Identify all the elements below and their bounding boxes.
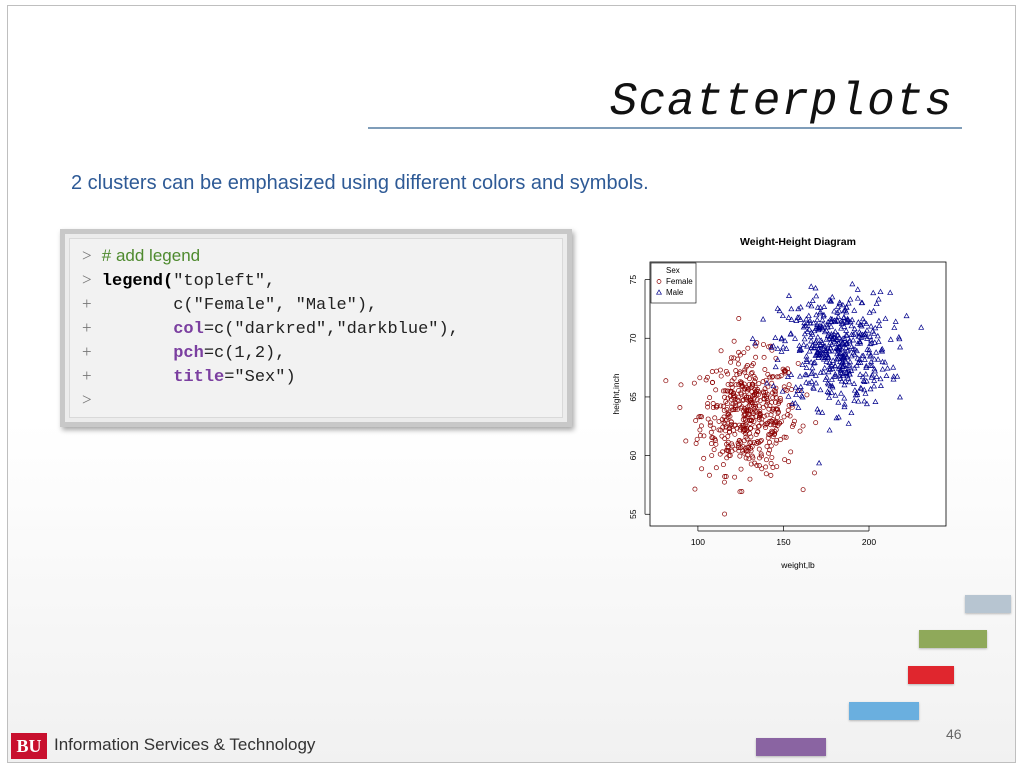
bu-logo: BU	[11, 733, 47, 759]
x-tick-label: 100	[691, 537, 705, 547]
code-line-1: > # add legend	[82, 245, 200, 267]
legend-title: Sex	[666, 266, 680, 275]
page-number: 46	[946, 726, 962, 742]
code-prompt: +	[82, 294, 92, 313]
code-keyword: title	[173, 368, 225, 387]
bar-green	[919, 630, 987, 648]
code-block: > # add legend > legend("topleft", + c("…	[60, 229, 572, 427]
code-prompt: +	[82, 318, 92, 337]
code-block-inner: > # add legend > legend("topleft", + c("…	[69, 238, 563, 418]
slide: Scatterplots 2 clusters can be emphasize…	[7, 5, 1016, 763]
legend-label: Female	[666, 277, 693, 286]
slide-title: Scatterplots	[609, 76, 953, 128]
title-underline	[368, 127, 962, 129]
code-prompt: >	[82, 390, 92, 409]
code-line-6: + title="Sex")	[82, 365, 296, 387]
code-prompt: +	[82, 342, 92, 361]
code-text: c("Female", "Male"),	[173, 296, 378, 315]
code-text: "topleft",	[173, 272, 276, 291]
code-line-5: + pch=c(1,2),	[82, 341, 285, 363]
y-tick-label: 60	[628, 451, 638, 461]
bar-grey	[965, 595, 1011, 613]
code-text: =c(1,2),	[203, 344, 286, 363]
code-line-3: + c("Female", "Male"),	[82, 293, 377, 315]
bar-red	[908, 666, 954, 684]
bar-blue	[849, 702, 919, 720]
code-keyword: col	[173, 320, 204, 339]
slide-subtitle: 2 clusters can be emphasized using diffe…	[71, 172, 649, 194]
legend-label: Male	[666, 288, 684, 297]
x-tick-label: 150	[776, 537, 790, 547]
code-line-2: > legend("topleft",	[82, 269, 275, 291]
code-keyword: pch	[173, 344, 204, 363]
y-axis-label: height,inch	[611, 373, 621, 414]
code-function: legend(	[101, 272, 174, 291]
code-prompt: >	[82, 246, 92, 265]
chart-title: Weight-Height Diagram	[740, 236, 856, 248]
code-text: ="Sex")	[224, 368, 296, 387]
code-comment: # add legend	[101, 246, 201, 265]
y-tick-label: 55	[628, 509, 638, 519]
footer-text: Information Services & Technology	[54, 735, 316, 754]
y-tick-label: 70	[628, 333, 638, 343]
y-tick-label: 75	[628, 275, 638, 285]
code-prompt: +	[82, 366, 92, 385]
scatter-chart: Weight-Height Diagram 100 150 200 weight,lb 5…	[611, 236, 947, 570]
y-tick-label: 65	[628, 392, 638, 402]
code-prompt: >	[82, 270, 92, 289]
code-text: =c("darkred","darkblue"),	[203, 320, 459, 339]
x-axis-label: weight,lb	[780, 560, 815, 570]
code-line-7: >	[82, 389, 92, 411]
bar-purple	[756, 738, 826, 756]
x-tick-label: 200	[862, 537, 876, 547]
code-line-4: + col=c("darkred","darkblue"),	[82, 317, 459, 339]
